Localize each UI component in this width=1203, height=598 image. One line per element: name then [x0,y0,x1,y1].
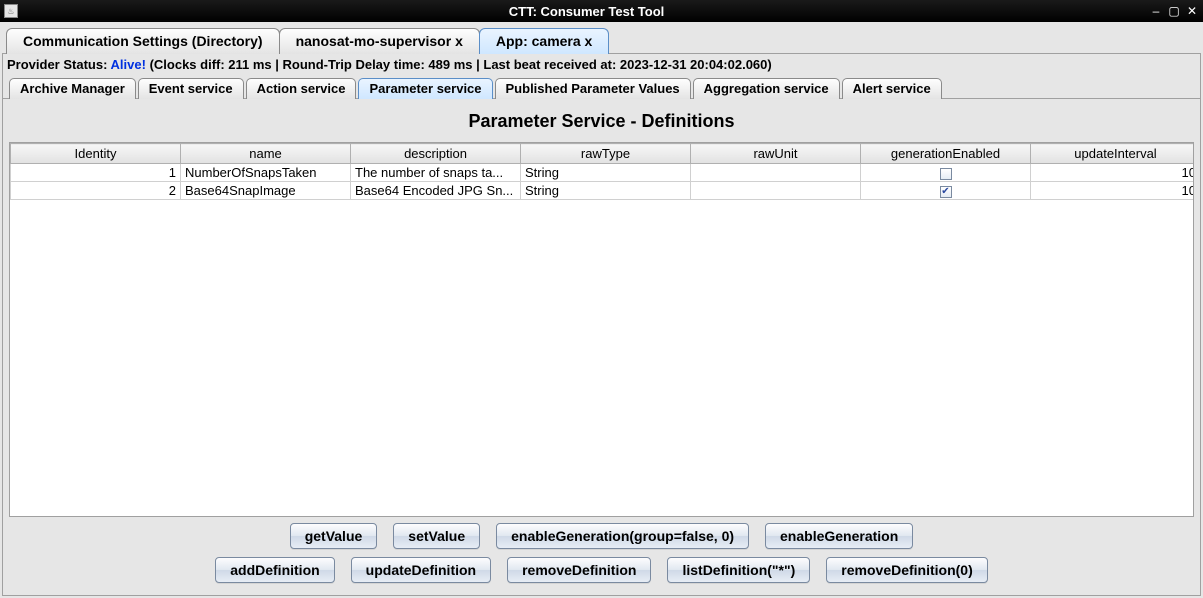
cell-identity[interactable]: 2 [11,182,181,200]
cell-description[interactable]: Base64 Encoded JPG Sn... [351,182,521,200]
checkbox-icon[interactable] [940,168,952,180]
getvalue-button[interactable]: getValue [290,523,378,549]
tab-alert-service[interactable]: Alert service [842,78,942,99]
removedefinition-zero-button[interactable]: removeDefinition(0) [826,557,987,583]
inner-tab-bar: Archive Manager Event service Action ser… [3,75,1200,99]
close-icon[interactable]: ✕ [1185,4,1199,18]
table-header-row: Identity name description rawType rawUni… [11,144,1195,164]
enablegeneration-group-button[interactable]: enableGeneration(group=false, 0) [496,523,749,549]
col-rawtype[interactable]: rawType [521,144,691,164]
cell-updateinterval[interactable]: 10 [1031,182,1195,200]
cell-rawtype[interactable]: String [521,182,691,200]
tab-label: App: camera x [496,33,592,49]
status-details: (Clocks diff: 211 ms | Round-Trip Delay … [146,57,772,72]
tab-published-parameter-values[interactable]: Published Parameter Values [495,78,691,99]
maximize-icon[interactable]: ▢ [1167,4,1181,18]
adddefinition-button[interactable]: addDefinition [215,557,334,583]
updatedefinition-button[interactable]: updateDefinition [351,557,491,583]
cell-rawunit[interactable] [691,182,861,200]
definitions-table[interactable]: Identity name description rawType rawUni… [10,143,1194,200]
minimize-icon[interactable]: – [1149,4,1163,18]
removedefinition-button[interactable]: removeDefinition [507,557,651,583]
tab-event-service[interactable]: Event service [138,78,244,99]
tab-label: Published Parameter Values [506,81,680,96]
outer-tab-bar: Communication Settings (Directory) nanos… [2,24,1201,54]
cell-description[interactable]: The number of snaps ta... [351,164,521,182]
tab-nanosat-supervisor[interactable]: nanosat-mo-supervisor x [279,28,480,54]
checkbox-checked-icon[interactable]: ✔ [940,186,952,198]
tab-action-service[interactable]: Action service [246,78,357,99]
definitions-table-wrap: Identity name description rawType rawUni… [9,142,1194,517]
tab-parameter-service[interactable]: Parameter service [358,78,492,99]
tab-label: Event service [149,81,233,96]
provider-status: Provider Status: Alive! (Clocks diff: 21… [3,54,1200,75]
col-description[interactable]: description [351,144,521,164]
window-title: CTT: Consumer Test Tool [24,4,1149,19]
pane-title: Parameter Service - Definitions [9,111,1194,132]
cell-rawtype[interactable]: String [521,164,691,182]
col-generationenabled[interactable]: generationEnabled [861,144,1031,164]
enablegeneration-button[interactable]: enableGeneration [765,523,913,549]
col-name[interactable]: name [181,144,351,164]
setvalue-button[interactable]: setValue [393,523,480,549]
tab-label: Archive Manager [20,81,125,96]
col-rawunit[interactable]: rawUnit [691,144,861,164]
tab-label: Communication Settings (Directory) [23,33,263,49]
button-row-1: getValue setValue enableGeneration(group… [290,523,914,549]
col-updateinterval[interactable]: updateInterval [1031,144,1195,164]
cell-identity[interactable]: 1 [11,164,181,182]
cell-generationenabled[interactable] [861,164,1031,182]
table-row[interactable]: 1 NumberOfSnapsTaken The number of snaps… [11,164,1195,182]
cell-name[interactable]: NumberOfSnapsTaken [181,164,351,182]
titlebar: ♨ CTT: Consumer Test Tool – ▢ ✕ [0,0,1203,22]
tab-label: Aggregation service [704,81,829,96]
tab-communication-settings[interactable]: Communication Settings (Directory) [6,28,280,54]
listdefinition-button[interactable]: listDefinition("*") [667,557,810,583]
cell-updateinterval[interactable]: 10 [1031,164,1195,182]
table-row[interactable]: 2 Base64SnapImage Base64 Encoded JPG Sn.… [11,182,1195,200]
java-cup-icon: ♨ [4,4,18,18]
status-alive: Alive! [111,57,146,72]
tab-aggregation-service[interactable]: Aggregation service [693,78,840,99]
cell-generationenabled[interactable]: ✔ [861,182,1031,200]
tab-label: Alert service [853,81,931,96]
cell-rawunit[interactable] [691,164,861,182]
button-row-2: addDefinition updateDefinition removeDef… [215,557,988,583]
tab-archive-manager[interactable]: Archive Manager [9,78,136,99]
cell-name[interactable]: Base64SnapImage [181,182,351,200]
tab-label: Parameter service [369,81,481,96]
tab-app-camera[interactable]: App: camera x [479,28,609,54]
tab-label: Action service [257,81,346,96]
status-prefix: Provider Status: [7,57,111,72]
tab-label: nanosat-mo-supervisor x [296,33,463,49]
col-identity[interactable]: Identity [11,144,181,164]
